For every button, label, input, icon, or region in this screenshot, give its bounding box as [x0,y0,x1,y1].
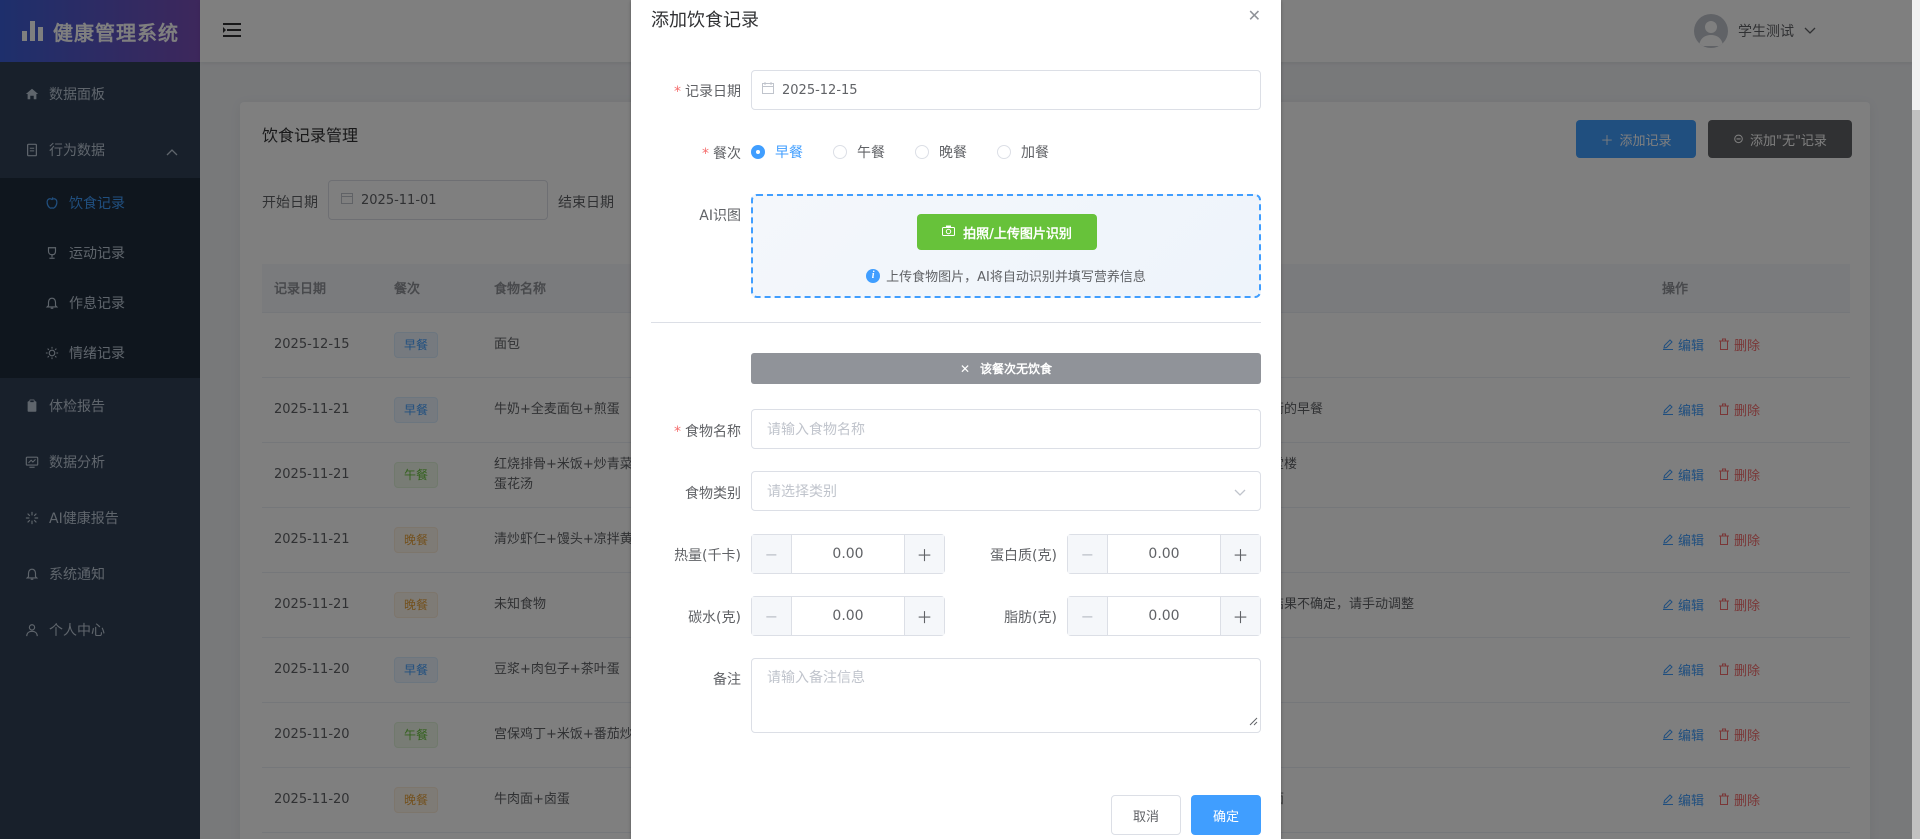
carb-label: 碳水(克) [688,610,741,626]
carb-stepper[interactable]: − 0.00 ＋ [751,596,945,636]
meal-radio-lunch[interactable]: 午餐 [833,142,885,162]
protein-stepper[interactable]: − 0.00 ＋ [1067,534,1261,574]
meal-radio-snack[interactable]: 加餐 [997,142,1049,162]
info-icon: i [866,268,881,283]
protein-increase-button[interactable]: ＋ [1220,535,1260,573]
note-label: 备注 [713,672,741,688]
record-date-label: * 记录日期 [674,84,741,100]
carb-increase-button[interactable]: ＋ [904,597,944,635]
protein-value[interactable]: 0.00 [1108,546,1220,562]
food-name-label: * 食物名称 [674,424,741,440]
protein-label: 蛋白质(克) [990,548,1057,564]
note-textarea[interactable]: 请输入备注信息 [751,658,1261,733]
ai-tip: i 上传食物图片，AI将自动识别并填写营养信息 [753,266,1259,285]
add-diet-dialog: 添加饮食记录 ✕ * 记录日期 2025-12-15 * 餐次 早餐 午餐 晚餐 加… [631,0,1281,839]
ai-upload-area[interactable]: 拍照/上传图片识别 i 上传食物图片，AI将自动识别并填写营养信息 [751,194,1261,298]
fat-stepper[interactable]: − 0.00 ＋ [1067,596,1261,636]
divider [651,322,1261,323]
scrollbar-thumb[interactable] [1912,110,1920,839]
meal-radio-breakfast[interactable]: 早餐 [751,142,803,162]
fat-value[interactable]: 0.00 [1108,608,1220,624]
calorie-label: 热量(千卡) [674,548,741,564]
cancel-button[interactable]: 取消 [1111,795,1181,835]
calorie-increase-button[interactable]: ＋ [904,535,944,573]
fat-decrease-button[interactable]: − [1068,597,1108,635]
meal-label: * 餐次 [702,146,741,162]
carb-decrease-button[interactable]: − [752,597,792,635]
dialog-title: 添加饮食记录 [651,10,759,31]
calorie-stepper[interactable]: − 0.00 ＋ [751,534,945,574]
close-icon[interactable]: ✕ [1248,6,1261,25]
carb-value[interactable]: 0.00 [792,608,904,624]
ai-label: AI识图 [699,208,741,224]
fat-label: 脂肪(克) [1004,610,1057,626]
protein-decrease-button[interactable]: − [1068,535,1108,573]
calorie-value[interactable]: 0.00 [792,546,904,562]
ai-upload-button[interactable]: 拍照/上传图片识别 [917,214,1097,250]
camera-icon [942,225,956,240]
close-icon: ✕ [959,361,971,376]
food-name-input[interactable]: 请输入食物名称 [751,409,1261,449]
no-food-button[interactable]: ✕ 该餐次无饮食 [751,353,1261,384]
meal-radio-dinner[interactable]: 晚餐 [915,142,967,162]
resize-handle-icon[interactable] [1248,714,1258,730]
chevron-down-icon [1234,485,1246,501]
record-date-input[interactable]: 2025-12-15 [751,70,1261,110]
fat-increase-button[interactable]: ＋ [1220,597,1260,635]
food-type-label: 食物类别 [685,486,741,502]
confirm-button[interactable]: 确定 [1191,795,1261,835]
calendar-icon [762,82,774,98]
meal-radio-group: 早餐 午餐 晚餐 加餐 [751,142,1079,162]
food-type-select[interactable]: 请选择类别 [751,471,1261,511]
calorie-decrease-button[interactable]: − [752,535,792,573]
